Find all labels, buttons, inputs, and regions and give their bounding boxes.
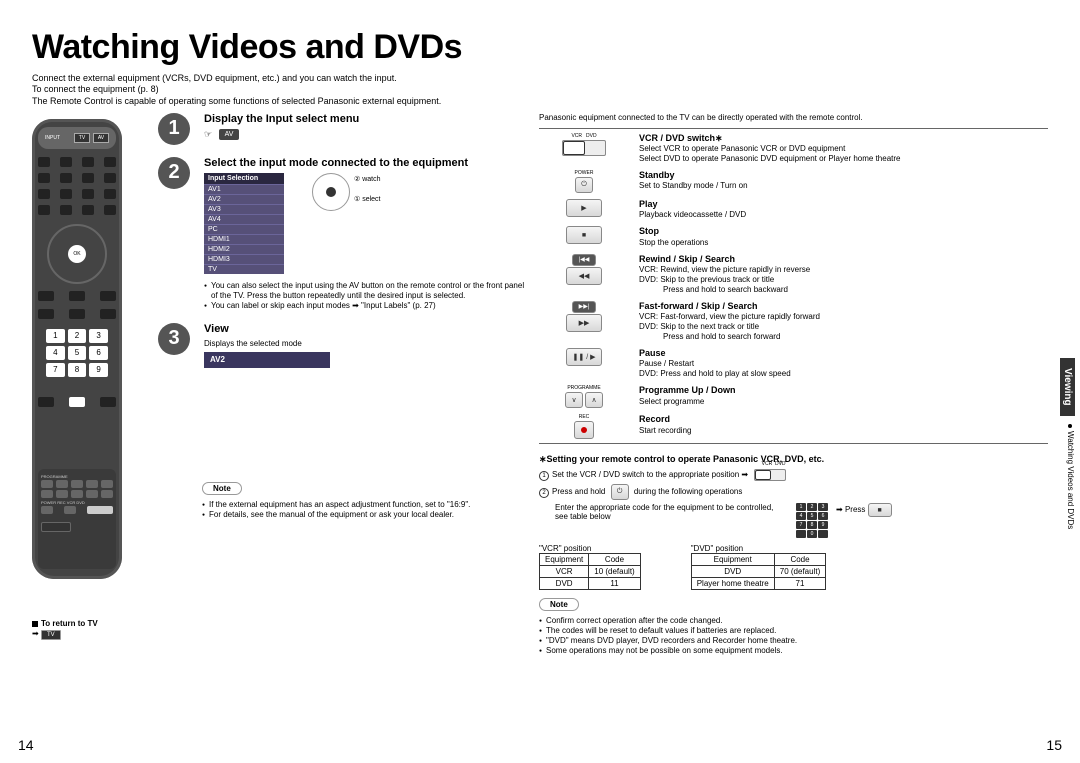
func-programme: PROGRAMME ∨ ∧ Programme Up / DownSelect …: [539, 385, 1048, 408]
left-column: INPUT TVAV OK 123 456 789: [32, 113, 527, 657]
step-number-2: 2: [158, 157, 190, 189]
func-pause: ❚❚ / ▶ PausePause / RestartDVD: Press an…: [539, 348, 1048, 379]
return-to-tv: To return to TV ➡ TV: [32, 619, 152, 640]
left-note: Note If the external equipment has an as…: [202, 482, 527, 520]
play-icon: ▶: [566, 199, 602, 217]
mode-display: AV2: [204, 352, 330, 368]
intro: Connect the external equipment (VCRs, DV…: [32, 73, 1048, 107]
func-stop: ■ StopStop the operations: [539, 226, 1048, 247]
vcr-dvd-switch-icon: [562, 140, 606, 156]
hand-icon: ☞: [204, 129, 212, 140]
page-title: Watching Videos and DVDs: [32, 28, 1048, 67]
rewind-icon: ◀◀: [566, 267, 602, 285]
power-icon: ⏻: [575, 177, 593, 193]
func-ff: ▶▶| ▶▶ Fast-forward / Skip / Search VCR:…: [539, 301, 1048, 342]
record-icon: [574, 421, 594, 439]
input-selection-panel: Input Selection AV1 AV2 AV3 AV4 PC HDMI1…: [204, 173, 284, 274]
skip-next-icon: ▶▶|: [572, 301, 596, 313]
func-record: REC RecordStart recording: [539, 414, 1048, 439]
func-play: ▶ PlayPlayback videocassette / DVD: [539, 199, 1048, 220]
nav-ok-icon: [312, 173, 350, 211]
func-switch: VCRDVD VCR / DVD switch∗ Select VCR to o…: [539, 133, 1048, 164]
step-number-1: 1: [158, 113, 190, 145]
step-3: 3 View Displays the selected mode AV2: [158, 323, 527, 372]
av-button-icon: AV: [219, 129, 240, 140]
page-number-right: 15: [1046, 737, 1062, 753]
func-rewind: |◀◀ ◀◀ Rewind / Skip / Search VCR: Rewin…: [539, 254, 1048, 295]
page-number-left: 14: [18, 737, 34, 753]
skip-prev-icon: |◀◀: [572, 254, 596, 266]
stop-icon: ■: [566, 226, 602, 244]
side-tab: Viewing Watching Videos and DVDs: [1060, 358, 1080, 537]
step-1: 1 Display the Input select menu ☞ AV: [158, 113, 527, 145]
fast-forward-icon: ▶▶: [566, 314, 602, 332]
dvd-code-table: EquipmentCode DVD70 (default) Player hom…: [691, 553, 827, 590]
right-column: Panasonic equipment connected to the TV …: [539, 113, 1048, 657]
func-standby: POWER ⏻ StandbySet to Standby mode / Tur…: [539, 170, 1048, 193]
step-2: 2 Select the input mode connected to the…: [158, 157, 527, 311]
prog-up-icon: ∧: [585, 392, 603, 408]
step-number-3: 3: [158, 323, 190, 355]
remote-setup-section: ∗Setting your remote control to operate …: [539, 454, 1048, 656]
remote-graphic: INPUT TVAV OK 123 456 789: [32, 113, 152, 640]
keypad-icon: 1234567890: [796, 503, 828, 538]
pause-icon: ❚❚ / ▶: [566, 348, 602, 366]
vcr-code-table: EquipmentCode VCR10 (default) DVD11: [539, 553, 641, 590]
prog-down-icon: ∨: [565, 392, 583, 408]
